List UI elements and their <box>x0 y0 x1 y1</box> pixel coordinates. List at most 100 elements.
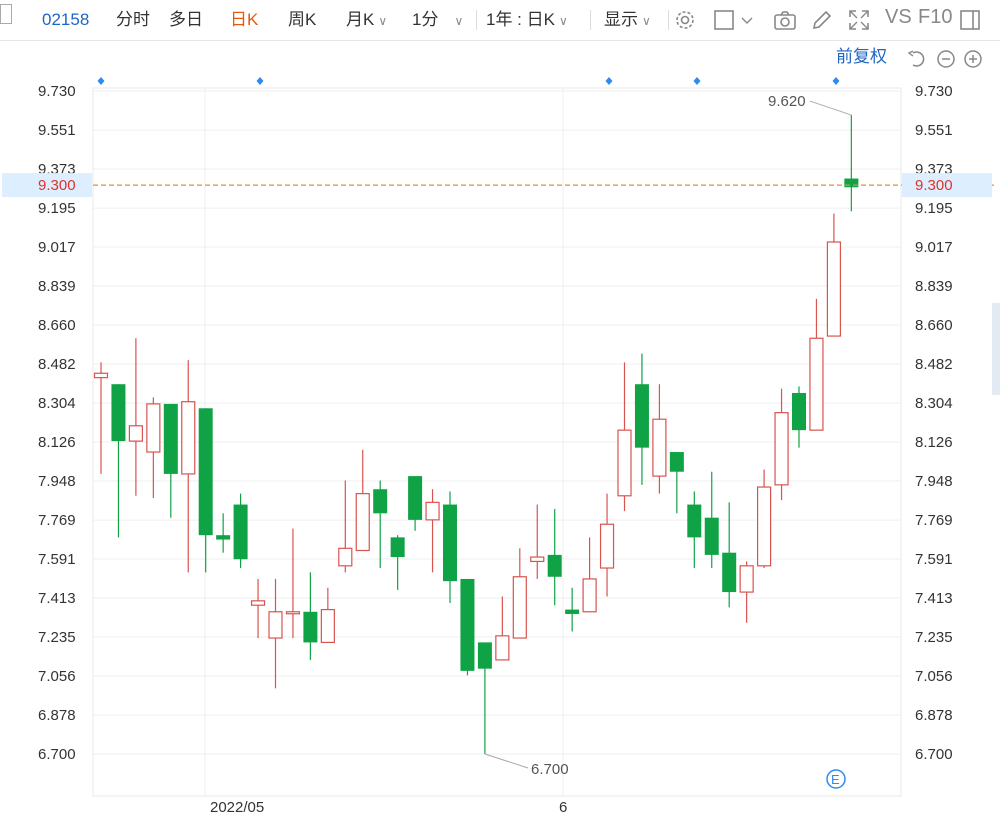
candle <box>547 508 562 606</box>
adjust-select[interactable]: 前复权 <box>836 47 887 66</box>
candle-body <box>93 372 109 379</box>
tab-weekly-k[interactable]: 周K <box>288 8 316 32</box>
candle-body <box>425 501 440 521</box>
candle-body <box>355 493 370 552</box>
candle <box>792 386 806 448</box>
svg-text:E: E <box>831 772 840 787</box>
candle-body <box>844 178 859 188</box>
camera-icon[interactable] <box>773 8 797 32</box>
candle <box>809 298 824 431</box>
undo-icon[interactable] <box>907 50 925 67</box>
tab-daily-k[interactable]: 日K <box>230 8 258 32</box>
y-tick-label: 8.482 <box>38 356 76 373</box>
range-label: 1年 : 日K <box>486 10 555 29</box>
chevron-down-icon: ∨ <box>454 14 464 28</box>
candle-body <box>181 401 196 475</box>
sidebar-toggle[interactable] <box>0 4 12 24</box>
candle <box>617 362 632 512</box>
y-tick-label: 7.948 <box>915 473 953 490</box>
candle-body <box>233 504 248 560</box>
candle-body <box>530 556 545 563</box>
candle <box>460 578 475 676</box>
chevron-down-icon: ∨ <box>378 14 388 28</box>
y-tick-label: 6.878 <box>915 707 953 724</box>
candle-body <box>216 535 231 540</box>
y-tick-label: 9.017 <box>915 239 953 256</box>
tab-intraday[interactable]: 分时 <box>116 8 150 32</box>
candle-body <box>669 452 684 472</box>
candle <box>652 384 667 494</box>
f10-button[interactable]: F10 <box>918 6 952 29</box>
candle <box>285 528 301 639</box>
tab-monthly-k[interactable]: 月K ∨ <box>346 8 387 33</box>
pen-icon[interactable] <box>810 8 834 32</box>
candle <box>599 493 615 597</box>
candle <box>826 213 842 337</box>
event-marker-icon <box>832 77 840 85</box>
divider <box>590 10 591 30</box>
candle <box>530 504 545 579</box>
candle-body <box>704 517 719 555</box>
event-marker-icon <box>693 77 701 85</box>
y-tick-label: 8.839 <box>915 278 953 295</box>
checkbox-icon[interactable] <box>712 8 736 32</box>
candle-body <box>722 552 737 593</box>
candle-body <box>756 486 772 567</box>
candle <box>111 384 126 538</box>
candle <box>233 493 248 569</box>
settings-icon[interactable] <box>673 8 697 32</box>
divider <box>476 10 477 30</box>
x-tick-label: 6 <box>559 799 567 816</box>
y-tick-label: 9.551 <box>915 122 953 139</box>
candle <box>495 596 510 661</box>
event-marker-icon <box>605 77 613 85</box>
candle-body <box>687 504 702 538</box>
y-tick-label: 7.056 <box>38 668 76 685</box>
candle-body <box>198 408 213 536</box>
low-annotation: 6.700 <box>484 753 569 778</box>
stock-code[interactable]: 02158 <box>42 8 89 32</box>
zoom-in-icon[interactable] <box>964 50 982 68</box>
info-e-icon[interactable]: E <box>826 769 846 789</box>
panel-icon[interactable] <box>958 8 982 32</box>
y-tick-label: 8.482 <box>915 356 953 373</box>
candle-body <box>792 392 806 431</box>
interval-select[interactable]: 1分 ∨ <box>412 8 463 33</box>
high-annotation: 9.620 <box>768 93 852 116</box>
candle <box>443 491 457 604</box>
display-select[interactable]: 显示 ∨ <box>604 8 651 33</box>
y-tick-label: 8.304 <box>38 395 76 412</box>
fullscreen-icon[interactable] <box>847 8 871 32</box>
chevron-down-icon: ∨ <box>558 14 568 28</box>
y-tick-label: 7.235 <box>38 629 76 646</box>
candle-body <box>408 476 423 520</box>
y-tick-label: 7.413 <box>915 590 953 607</box>
zoom-out-icon[interactable] <box>937 50 955 68</box>
candle <box>320 587 335 644</box>
candle <box>268 578 283 689</box>
kline-chart[interactable]: 9.7309.5519.3739.1959.0178.8398.6608.482… <box>0 41 1000 824</box>
candle-body <box>285 611 301 615</box>
price-label-left: 9.300 <box>38 177 76 194</box>
chevron-down-icon[interactable] <box>740 8 754 32</box>
event-marker-icon <box>97 77 105 85</box>
candle <box>477 642 492 754</box>
candle <box>146 397 161 498</box>
candle-body <box>250 600 266 606</box>
y-tick-label: 9.017 <box>38 239 76 256</box>
candle-body <box>111 384 126 442</box>
event-markers <box>97 77 840 85</box>
scrollbar[interactable] <box>992 303 1000 395</box>
candle <box>704 471 719 569</box>
candle <box>373 480 388 569</box>
candle <box>669 452 684 514</box>
range-select[interactable]: 1年 : 日K ∨ <box>486 8 568 33</box>
vs-compare-button[interactable]: VS <box>885 6 912 29</box>
candle-body <box>495 635 510 661</box>
high-annotation-label: 9.620 <box>768 93 806 110</box>
candle <box>250 578 266 639</box>
y-tick-label: 7.769 <box>38 512 76 529</box>
chart-area[interactable]: 9.730 9.551 9.373 9.195 9.017 8.839 8.660 8.482… <box>0 41 1000 824</box>
tab-multi-day[interactable]: 多日 <box>169 8 203 32</box>
y-tick-label: 8.660 <box>38 317 76 334</box>
